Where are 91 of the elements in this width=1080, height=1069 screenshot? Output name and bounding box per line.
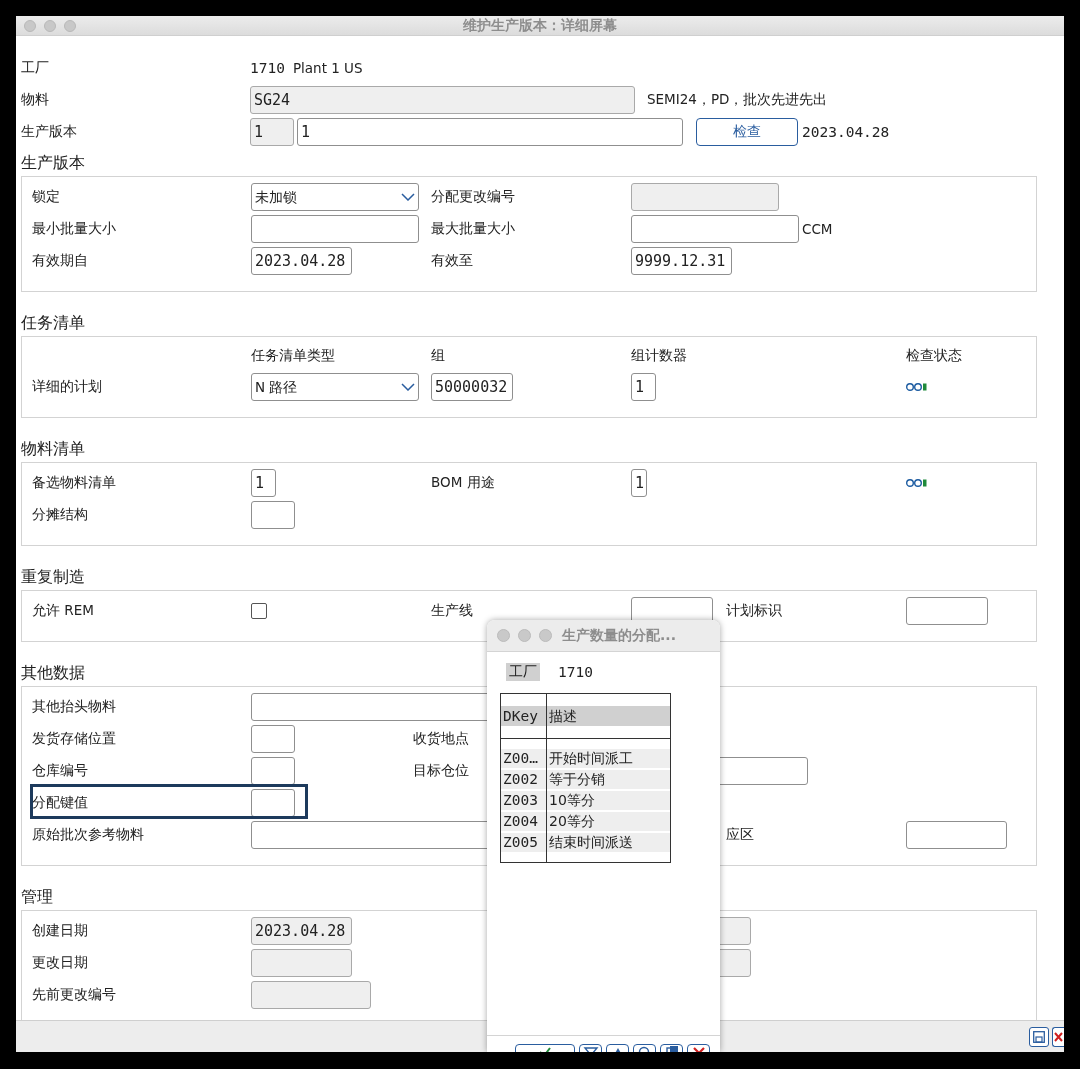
field-label: 分配更改编号 [431, 188, 515, 206]
field-label: 工厂 [506, 663, 540, 681]
plant-code: 1710 [558, 664, 593, 680]
field-label: 工厂 [21, 59, 50, 77]
section-title: 生产版本 [21, 153, 85, 174]
dialog-title: 生产数量的分配... [562, 626, 676, 645]
list-cell[interactable]: Z00… [501, 749, 546, 768]
field-label: 先前更改编号 [32, 986, 116, 1004]
field-label: 目标仓位 [413, 762, 469, 780]
list-cell[interactable]: Z004 [501, 812, 546, 831]
input-field[interactable] [631, 183, 779, 211]
close-button[interactable] [1052, 1026, 1064, 1047]
input-field[interactable]: 2023.04.28 [251, 917, 352, 945]
input-field[interactable] [631, 215, 799, 243]
field-label: 创建日期 [32, 922, 88, 940]
input-field[interactable] [251, 981, 371, 1009]
save-button[interactable] [1029, 1026, 1049, 1047]
field-label: 最大批量大小 [431, 220, 515, 238]
section-title: 任务清单 [21, 313, 85, 334]
field-label: 计划标识 [726, 602, 782, 620]
input-field[interactable] [906, 597, 988, 625]
dropdown-field[interactable]: 未加锁 [251, 183, 419, 211]
field-label: 允许 REM [32, 602, 94, 620]
input-field[interactable] [251, 789, 295, 817]
field-label: 有效期自 [32, 252, 88, 270]
list-cell[interactable]: 20等分 [547, 812, 670, 831]
field-label: 备选物料清单 [32, 474, 116, 492]
input-field[interactable]: 2023.04.28 [251, 247, 352, 275]
list-cell[interactable]: 结束时间派送 [547, 833, 670, 852]
field-label: 应区 [726, 826, 754, 844]
column-header: DKey [501, 706, 546, 726]
section-title: 其他数据 [21, 663, 85, 684]
input-field[interactable]: 1 [250, 118, 294, 146]
check-button[interactable]: 检查 [696, 118, 798, 146]
field-label: 仓库编号 [32, 762, 88, 780]
field-label: 最小批量大小 [32, 220, 116, 238]
input-field[interactable] [251, 725, 295, 753]
section-title: 重复制造 [21, 567, 85, 588]
field-label: 有效至 [431, 252, 473, 270]
column-header: 任务清单类型 [251, 347, 335, 365]
status-lights-icon [906, 382, 928, 392]
dropdown-field[interactable]: N 路径 [251, 373, 419, 401]
unit-label: CCM [802, 221, 833, 237]
close-icon [1053, 1031, 1063, 1042]
input-field[interactable]: 1 [251, 469, 276, 497]
chevron-down-icon [401, 383, 415, 391]
chevron-down-icon [401, 193, 415, 201]
field-label: 锁定 [32, 188, 60, 206]
field-label: 其他抬头物料 [32, 698, 116, 716]
input-field[interactable] [251, 757, 295, 785]
version-date: 2023.04.28 [802, 124, 890, 140]
input-field[interactable] [906, 821, 1007, 849]
field-label: 生产线 [431, 602, 473, 620]
section-title: 物料清单 [21, 439, 85, 460]
window-title: 维护生产版本：详细屏幕 [463, 16, 617, 35]
field-label: 收货地点 [413, 730, 469, 748]
checkbox[interactable] [251, 603, 267, 619]
material-description: SEMI24，PD，批次先进先出 [647, 91, 828, 109]
column-header: 描述 [547, 706, 670, 726]
list-cell[interactable]: Z003 [501, 791, 546, 810]
save-icon [1033, 1030, 1045, 1043]
field-label: 分配键值 [32, 794, 88, 812]
input-field[interactable] [251, 501, 295, 529]
input-field[interactable]: 9999.12.31 [631, 247, 732, 275]
field-label: BOM 用途 [431, 474, 495, 492]
status-lights-icon [906, 478, 928, 488]
section-title: 管理 [21, 887, 53, 908]
list-cell[interactable]: 等于分销 [547, 770, 670, 789]
input-field[interactable]: SG24 [250, 86, 635, 114]
list-cell[interactable]: Z005 [501, 833, 546, 852]
field-label: 更改日期 [32, 954, 88, 972]
column-header: 检查状态 [906, 347, 962, 365]
plant-code: 1710 [250, 60, 285, 76]
list-cell[interactable]: 10等分 [547, 791, 670, 810]
input-field[interactable] [251, 949, 352, 977]
list-cell[interactable]: Z002 [501, 770, 546, 789]
input-field[interactable]: 1 [297, 118, 683, 146]
list-cell[interactable]: 开始时间派工 [547, 749, 670, 768]
field-label: 分摊结构 [32, 506, 88, 524]
field-label: 物料 [21, 91, 50, 109]
input-field[interactable]: 1 [631, 373, 656, 401]
field-label: 详细的计划 [32, 378, 102, 396]
input-field[interactable]: 50000032 [431, 373, 513, 401]
input-field[interactable]: 1 [631, 469, 647, 497]
column-header: 组 [431, 347, 445, 365]
field-label: 生产版本 [21, 123, 78, 141]
plant-name: Plant 1 US [292, 60, 363, 76]
field-label: 发货存储位置 [32, 730, 116, 748]
field-label: 原始批次参考物料 [32, 826, 144, 844]
column-header: 组计数器 [631, 347, 687, 365]
input-field[interactable] [251, 215, 419, 243]
